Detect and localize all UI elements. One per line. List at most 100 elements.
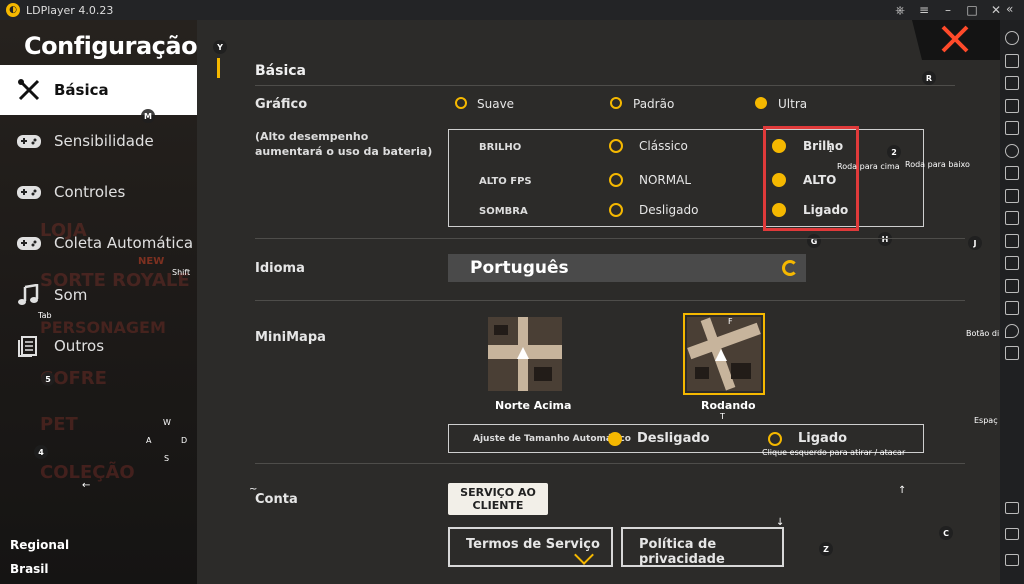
grafico-suave-label: Suave xyxy=(477,97,515,111)
key-hint-1: 1 xyxy=(828,145,834,154)
screenshot-icon[interactable] xyxy=(1005,211,1019,225)
privacy-policy-button[interactable]: Política de privacidade xyxy=(621,527,784,567)
auto-size-ligado-label: Ligado xyxy=(798,431,848,446)
region-value: Brasil xyxy=(10,562,49,576)
language-selector[interactable]: Português xyxy=(448,254,806,282)
sombra-desligado-radio[interactable] xyxy=(609,203,623,217)
grafico-padrao-label: Padrão xyxy=(633,97,675,111)
sidebar-item-label: Som xyxy=(54,286,88,304)
recent-apps-icon[interactable] xyxy=(1005,554,1019,566)
document-stack-icon xyxy=(18,336,37,357)
key-hint-up-arrow: ↑ xyxy=(898,485,907,496)
fps-normal-radio[interactable] xyxy=(609,173,623,187)
sidebar-item-label: Controles xyxy=(54,183,126,201)
map-norte-acima-thumbnail[interactable] xyxy=(488,317,562,391)
collapse-icon[interactable]: « xyxy=(1006,2,1013,16)
folder-icon[interactable] xyxy=(1005,301,1019,315)
grafico-suave-radio[interactable] xyxy=(455,97,467,109)
sidebar-item-label: Básica xyxy=(54,81,109,99)
conta-label: Conta xyxy=(255,492,298,507)
settings-sidebar: LOJA SORTE ROYALE NEW PERSONAGEM COFRE P… xyxy=(0,20,197,584)
alto-fps-row-label: ALTO FPS xyxy=(479,176,532,187)
sidebar-item-label: Outros xyxy=(54,337,105,355)
key-hint-m: M xyxy=(141,109,155,123)
gamepad-icon[interactable]: ⎈ xyxy=(888,3,912,18)
music-note-icon xyxy=(18,284,39,305)
region-label: Regional xyxy=(10,538,70,552)
key-hint-t: T xyxy=(720,412,725,421)
terms-of-service-button[interactable]: Termos de Serviço xyxy=(448,527,613,567)
ldplayer-window: ◐ LDPlayer 4.0.23 ⎈ ≡ – □ ✕ « LOJA SORTE… xyxy=(0,0,1024,584)
key-hint-shift: Shift xyxy=(172,268,191,277)
grafico-padrao-radio[interactable] xyxy=(610,97,622,109)
location-icon[interactable] xyxy=(1005,323,1019,338)
titlebar: ◐ LDPlayer 4.0.23 ⎈ ≡ – □ ✕ « xyxy=(0,0,1024,20)
back-icon[interactable] xyxy=(1005,502,1019,514)
sidebar-item-coleta-automatica[interactable]: Coleta Automática xyxy=(0,218,197,268)
auto-size-ligado-radio[interactable] xyxy=(768,432,782,446)
key-hint-down-arrow: ↓ xyxy=(776,517,785,528)
ldplayer-logo-icon: ◐ xyxy=(6,3,20,17)
idioma-label: Idioma xyxy=(255,261,305,276)
fullscreen-icon[interactable] xyxy=(1005,121,1019,135)
grafico-ultra-radio[interactable] xyxy=(755,97,767,109)
brilho-classico-radio[interactable] xyxy=(609,139,623,153)
performance-note: (Alto desempenho aumentará o uso da bate… xyxy=(255,130,433,158)
fps-normal-label: NORMAL xyxy=(639,173,692,187)
video-icon[interactable] xyxy=(1005,233,1019,248)
key-hint-espaco: Espaç xyxy=(974,416,998,425)
gamepad-icon xyxy=(17,237,41,250)
key-hint-5: 5 xyxy=(41,372,55,386)
sidebar-item-basica[interactable]: Básica xyxy=(0,65,197,115)
menu-icon[interactable]: ≡ xyxy=(912,3,936,17)
sync-icon[interactable] xyxy=(1005,278,1019,293)
brilho-row-label: BRILHO xyxy=(479,142,522,153)
minimapa-label: MiniMapa xyxy=(255,330,326,345)
window-title: LDPlayer 4.0.23 xyxy=(26,3,114,17)
key-hint-d: D xyxy=(181,436,188,445)
key-hint-g: G xyxy=(807,234,821,248)
sidebar-item-outros[interactable]: Outros xyxy=(0,321,197,371)
volume-up-icon[interactable] xyxy=(1005,76,1019,90)
divider xyxy=(255,85,955,86)
rotate-icon[interactable] xyxy=(1005,346,1019,360)
right-toolbar xyxy=(1000,20,1024,584)
key-hint-c: C xyxy=(939,526,953,540)
settings-panel: Y Básica R Gráfico Suave Padrão Ultra (A… xyxy=(197,20,1000,584)
close-icon[interactable] xyxy=(940,24,970,54)
key-hint-y: Y xyxy=(213,40,227,54)
auto-size-desligado-radio[interactable] xyxy=(608,432,622,446)
maximize-icon[interactable]: □ xyxy=(960,3,984,17)
key-hint-h: H xyxy=(878,232,892,246)
keyboard-icon[interactable] xyxy=(1005,53,1019,68)
map-rodando-thumbnail[interactable] xyxy=(683,313,765,395)
sombra-row-label: SOMBRA xyxy=(479,206,528,217)
bg-text-pet: PET xyxy=(40,414,78,435)
home-icon[interactable] xyxy=(1005,528,1019,540)
key-hint-f: F xyxy=(728,317,733,326)
record-icon[interactable] xyxy=(1005,143,1019,158)
key-hint-w: W xyxy=(163,418,171,427)
divider xyxy=(255,300,965,301)
language-value: Português xyxy=(470,258,569,278)
volume-down-icon[interactable] xyxy=(1005,98,1019,113)
key-hint-roda-baixo: Roda para baixo xyxy=(905,160,970,169)
key-hint-j: J xyxy=(968,236,982,250)
brilho-classico-label: Clássico xyxy=(639,139,688,153)
multi-instance-icon[interactable] xyxy=(1005,256,1019,270)
install-icon[interactable] xyxy=(1005,188,1019,203)
customer-service-button[interactable]: SERVIÇO AO CLIENTE xyxy=(448,483,548,515)
settings-gear-icon[interactable] xyxy=(1005,31,1019,45)
refresh-icon[interactable] xyxy=(782,260,798,276)
divider xyxy=(255,463,965,464)
key-hint-r: R xyxy=(922,71,936,85)
key-hint-s: S xyxy=(164,454,170,463)
sidebar-item-controles[interactable]: Controles xyxy=(0,167,197,217)
sidebar-item-sensibilidade[interactable]: Sensibilidade xyxy=(0,116,197,166)
grafico-label: Gráfico xyxy=(255,97,308,112)
minimize-icon[interactable]: – xyxy=(936,3,960,17)
gamepad-icon xyxy=(17,186,41,199)
close-window-icon[interactable]: ✕ xyxy=(984,3,1008,17)
sidebar-item-som[interactable]: Som xyxy=(0,270,197,320)
add-apk-icon[interactable] xyxy=(1005,166,1019,180)
